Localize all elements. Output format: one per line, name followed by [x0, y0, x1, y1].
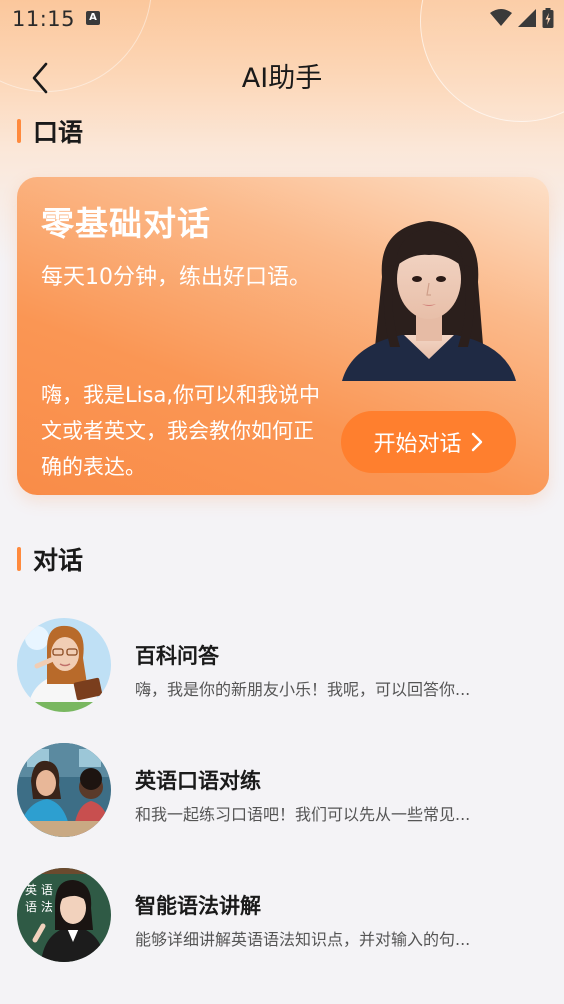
- section-label: 口语: [33, 118, 84, 147]
- avatar: [17, 743, 111, 837]
- section-title-dialog: 对话: [17, 541, 83, 577]
- item-description: 和我一起练习口语吧！我们可以先从一些常见...: [135, 805, 471, 824]
- list-item-oral-practice[interactable]: 英语口语对练 和我一起练习口语吧！我们可以先从一些常见...: [17, 743, 547, 843]
- lisa-portrait: [342, 221, 516, 381]
- item-title: 百科问答: [135, 644, 219, 668]
- list-item-grammar[interactable]: 英 语 语 法 智能语法讲解 能够详细讲解英语语法知识点，并对输入的句...: [17, 868, 547, 968]
- hero-subtitle: 每天10分钟，练出好口语。: [41, 265, 311, 290]
- wifi-icon: [490, 9, 512, 26]
- board-text: 英 语 语 法: [25, 883, 53, 914]
- battery-icon: [542, 8, 554, 28]
- encyclopedia-avatar-icon: [17, 618, 111, 712]
- hero-title: 零基础对话: [41, 204, 211, 243]
- hero-card[interactable]: 零基础对话 每天10分钟，练出好口语。 嗨，我是Lisa,你可以和我说中文或者英…: [17, 177, 549, 495]
- item-description: 嗨，我是你的新朋友小乐！我呢，可以回答你...: [135, 680, 471, 699]
- page-title: AI助手: [241, 63, 323, 94]
- chevron-right-icon: [471, 432, 482, 452]
- app-header: AI助手: [0, 46, 564, 100]
- signal-icon: [518, 9, 536, 27]
- start-dialog-button[interactable]: 开始对话: [341, 411, 516, 473]
- status-time: 11:15: [12, 7, 76, 31]
- section-label: 对话: [33, 546, 84, 575]
- section-accent-bar: [17, 119, 21, 143]
- item-description: 能够详细讲解英语语法知识点，并对输入的句...: [135, 930, 471, 949]
- list-item-encyclopedia[interactable]: 百科问答 嗨，我是你的新朋友小乐！我呢，可以回答你...: [17, 618, 547, 718]
- avatar: [17, 618, 111, 712]
- avatar: 英 语 语 法: [17, 868, 111, 962]
- section-accent-bar: [17, 547, 21, 571]
- section-title-oral: 口语: [17, 113, 83, 149]
- oral-practice-avatar-icon: [17, 743, 111, 837]
- item-title: 英语口语对练: [135, 769, 261, 793]
- item-title: 智能语法讲解: [135, 894, 261, 918]
- status-icons: [490, 8, 554, 28]
- status-bar: 11:15 A: [0, 0, 564, 38]
- start-dialog-label: 开始对话: [373, 432, 462, 457]
- hero-description: 嗨，我是Lisa,你可以和我说中文或者英文，我会教你如何正确的表达。: [41, 383, 321, 479]
- notification-a-icon: A: [86, 11, 100, 25]
